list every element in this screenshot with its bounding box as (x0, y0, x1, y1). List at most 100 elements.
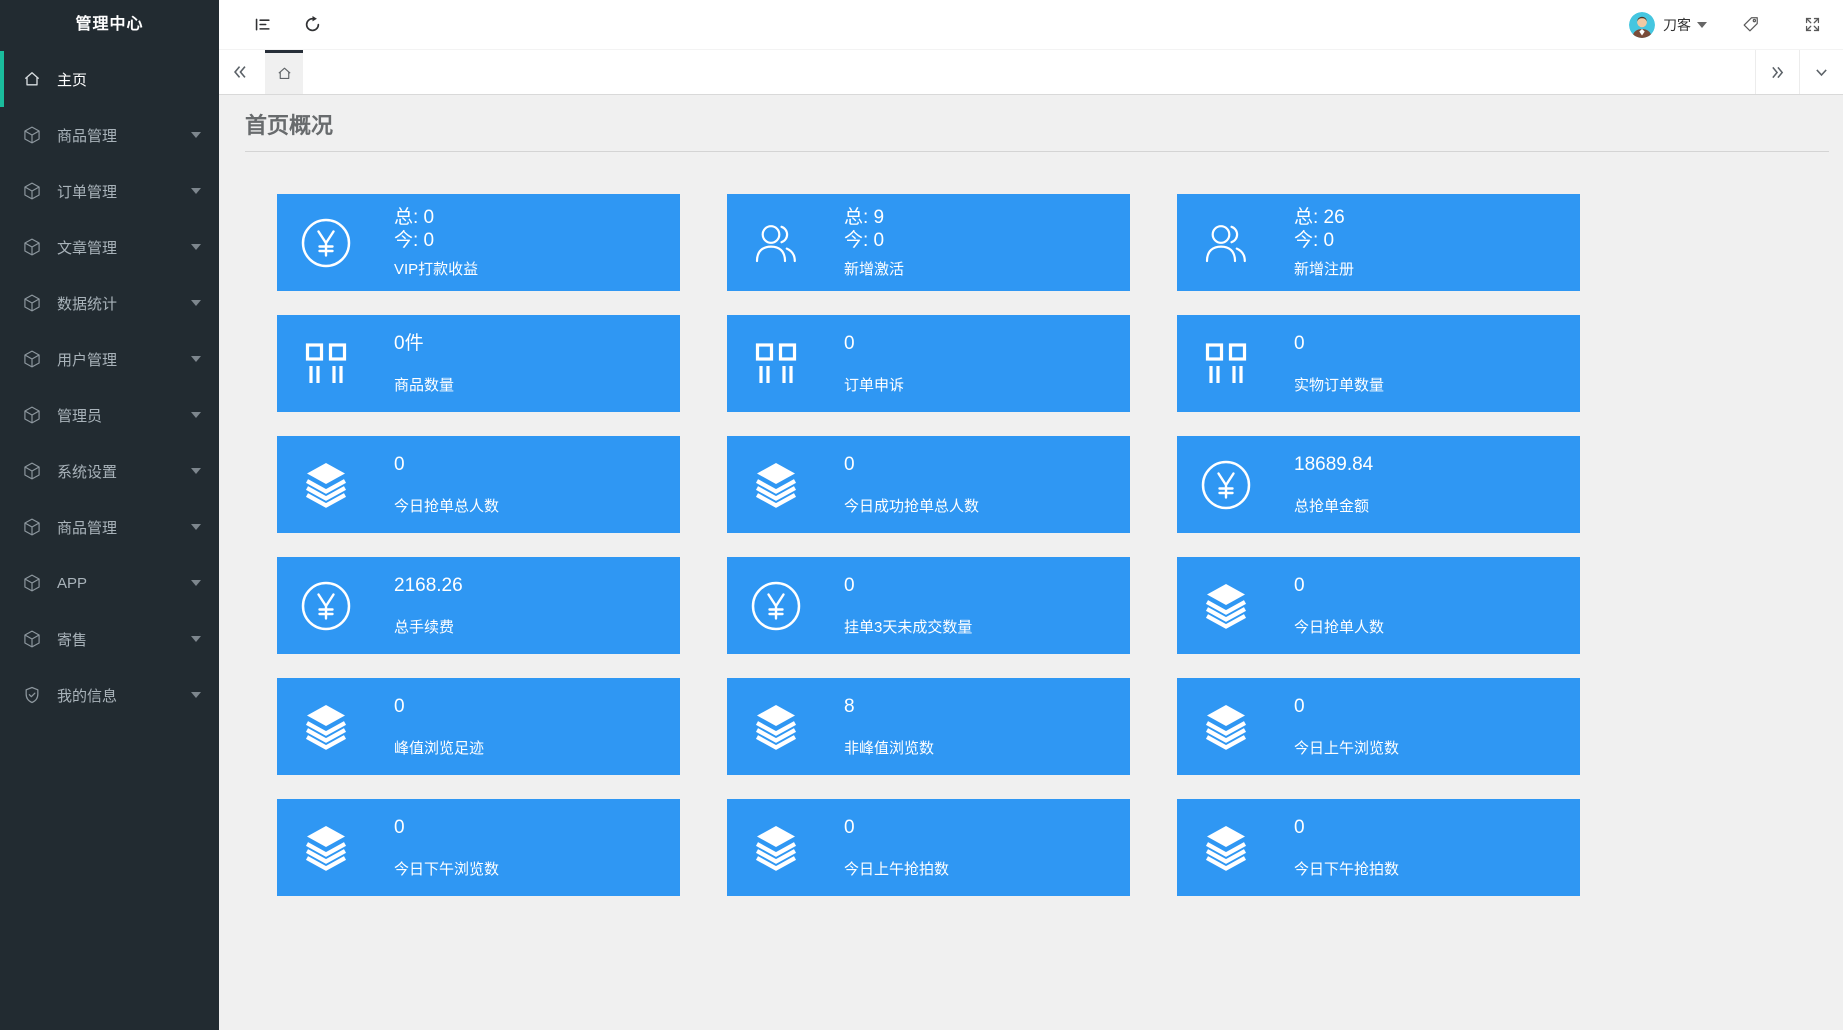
caret-down-icon (191, 412, 201, 418)
stat-card-today-am-views: 0今日上午浏览数 (1177, 678, 1580, 775)
page-title: 首页概况 (245, 95, 1829, 152)
stat-card-body: 8非峰值浏览数 (844, 695, 934, 758)
sidebar-item-system-settings[interactable]: 系统设置 (0, 443, 219, 499)
stat-card-today-grab-users-total: 0 今日抢单总人数 (277, 436, 680, 533)
layers-icon (1197, 822, 1255, 874)
stat-value: 8 (844, 695, 934, 718)
stat-card-peak-view-footprint: 0峰值浏览足迹 (277, 678, 680, 775)
stat-label: 今日抢单人数 (1294, 616, 1384, 637)
sidebar-item-goods-mgmt-2[interactable]: 商品管理 (0, 499, 219, 555)
sidebar-item-label: APP (57, 575, 87, 592)
stat-value: 0 (844, 816, 949, 839)
sidebar-item-order-mgmt[interactable]: 订单管理 (0, 163, 219, 219)
stat-card-body: 0今日下午抢拍数 (1294, 816, 1399, 879)
caret-down-icon (191, 468, 201, 474)
stat-card-body: 2168.26总手续费 (394, 574, 463, 637)
layers-icon (297, 701, 355, 753)
stat-value: 0 (844, 453, 979, 476)
stat-value: 0 (1294, 574, 1384, 597)
stat-label: 今日上午浏览数 (1294, 737, 1399, 758)
chevron-down-icon[interactable] (1799, 50, 1843, 94)
sidebar-item-label: 商品管理 (57, 125, 117, 146)
fullscreen-icon[interactable] (1801, 14, 1823, 36)
stat-card-body: 0实物订单数量 (1294, 332, 1384, 395)
caret-down-icon (191, 580, 201, 586)
yen-circle-icon (1197, 459, 1255, 511)
chevrons-left-icon[interactable] (219, 50, 261, 94)
stat-card-body: 总: 9今: 0新增激活 (844, 206, 904, 279)
stat-card-today-am-grabs: 0 今日上午抢拍数 (727, 799, 1130, 896)
sidebar-item-label: 管理员 (57, 405, 102, 426)
refresh-icon[interactable] (301, 14, 323, 36)
stat-card-vip-payout-income: 总: 0今: 0VIP打款收益 (277, 194, 680, 291)
stat-card-body: 18689.84总抢单金额 (1294, 453, 1373, 516)
yen-circle-icon (747, 580, 805, 632)
stat-value: 今: 0 (394, 229, 478, 252)
layers-icon (747, 822, 805, 874)
stat-label: 挂单3天未成交数量 (844, 616, 972, 637)
stat-card-body: 总: 0今: 0VIP打款收益 (394, 206, 478, 279)
sidebar-item-consignment[interactable]: 寄售 (0, 611, 219, 667)
stat-label: 今日成功抢单总人数 (844, 495, 979, 516)
sidebar-item-admin[interactable]: 管理员 (0, 387, 219, 443)
stat-card-body: 0 今日上午抢拍数 (844, 816, 949, 879)
layers-icon (1197, 701, 1255, 753)
stat-label: 实物订单数量 (1294, 374, 1384, 395)
sidebar-item-my-info[interactable]: 我的信息 (0, 667, 219, 723)
stat-value: 2168.26 (394, 574, 463, 597)
yen-circle-icon (297, 580, 355, 632)
layers-icon (297, 459, 355, 511)
stat-card-body: 0峰值浏览足迹 (394, 695, 484, 758)
cube-icon (22, 573, 42, 593)
sidebar-item-home[interactable]: 主页 (0, 51, 219, 107)
cube-icon (22, 517, 42, 537)
cube-icon (22, 293, 42, 313)
app-layout: 管理中心 主页商品管理订单管理文章管理数据统计用户管理管理员系统设置商品管理AP… (0, 0, 1843, 1030)
cube-icon (22, 405, 42, 425)
tag-icon[interactable] (1739, 14, 1761, 36)
caret-down-icon (191, 132, 201, 138)
sidebar-item-label: 订单管理 (57, 181, 117, 202)
stat-label: 今日上午抢拍数 (844, 858, 949, 879)
yen-circle-icon (297, 217, 355, 269)
cube-icon (22, 181, 42, 201)
stat-card-offpeak-views: 8非峰值浏览数 (727, 678, 1130, 775)
stat-value: 0 (394, 453, 499, 476)
stat-cards-grid: 总: 0今: 0VIP打款收益总: 9今: 0新增激活总: 26今: 0新增注册… (219, 152, 1843, 936)
sidebar-item-goods-mgmt[interactable]: 商品管理 (0, 107, 219, 163)
caret-down-icon[interactable] (1697, 22, 1707, 28)
sidebar-item-user-mgmt[interactable]: 用户管理 (0, 331, 219, 387)
collapse-menu-icon[interactable] (251, 14, 273, 36)
sidebar-item-app[interactable]: APP (0, 555, 219, 611)
cube-icon (22, 125, 42, 145)
tabbar-controls (1755, 50, 1843, 94)
stat-card-today-grab-users: 0 今日抢单人数 (1177, 557, 1580, 654)
chevrons-right-icon[interactable] (1755, 50, 1799, 94)
sidebar-item-label: 用户管理 (57, 349, 117, 370)
sidebar: 管理中心 主页商品管理订单管理文章管理数据统计用户管理管理员系统设置商品管理AP… (0, 0, 219, 1030)
tab-home[interactable] (265, 50, 303, 94)
stat-card-body: 0今日上午浏览数 (1294, 695, 1399, 758)
caret-down-icon (191, 636, 201, 642)
sidebar-item-data-stats[interactable]: 数据统计 (0, 275, 219, 331)
content-column: 刀客 (219, 0, 1843, 1030)
stat-card-body: 0件商品数量 (394, 332, 454, 395)
stat-card-body: 0今日下午浏览数 (394, 816, 499, 879)
user-name[interactable]: 刀客 (1663, 15, 1691, 35)
layers-icon (1197, 580, 1255, 632)
user-avatar[interactable] (1629, 12, 1655, 38)
stat-card-order-appeals: 0订单申诉 (727, 315, 1130, 412)
app-title: 管理中心 (0, 0, 219, 50)
stat-card-total-fee: 2168.26总手续费 (277, 557, 680, 654)
stat-value: 0 (844, 574, 972, 597)
stat-label: 总抢单金额 (1294, 495, 1373, 516)
stat-label: 今日抢单总人数 (394, 495, 499, 516)
sidebar-item-article-mgmt[interactable]: 文章管理 (0, 219, 219, 275)
sidebar-item-label: 我的信息 (57, 685, 117, 706)
shield-check-icon (22, 685, 42, 705)
stat-value: 总: 9 (844, 206, 904, 229)
stat-label: VIP打款收益 (394, 258, 478, 279)
caret-down-icon (191, 244, 201, 250)
cube-icon (22, 461, 42, 481)
stat-card-body: 总: 26今: 0新增注册 (1294, 206, 1354, 279)
